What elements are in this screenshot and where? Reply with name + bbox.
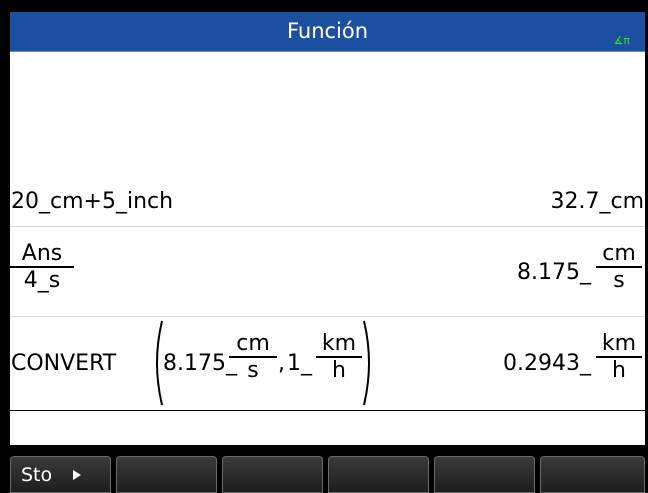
left-paren-icon: [156, 320, 163, 406]
fraction-denominator: s: [613, 268, 625, 293]
result-value: 0.2943_: [503, 351, 591, 376]
softkey-5[interactable]: [434, 456, 535, 493]
arg2-value: 1_: [287, 351, 312, 376]
argument-comma: ,: [278, 351, 285, 376]
title-bar: Función ∡π: [10, 12, 645, 52]
function-name: CONVERT: [11, 351, 117, 376]
arg1-fraction: cm s: [229, 331, 277, 383]
fraction-numerator: Ans: [21, 241, 63, 266]
result-fraction: cm s: [596, 241, 642, 293]
softkey-2[interactable]: [116, 456, 217, 493]
softkey-4[interactable]: [328, 456, 429, 493]
history-area[interactable]: 20_cm+5_inch 32.7_cm Ans 4_s 8.175_ cm s…: [10, 52, 645, 445]
fraction-denominator: h: [612, 358, 626, 383]
softkey-3[interactable]: [222, 456, 323, 493]
entry-result: 32.7_cm: [550, 189, 644, 214]
fraction-denominator: s: [247, 358, 259, 383]
softkey-6[interactable]: [540, 456, 645, 493]
calculator-screen: Función ∡π 20_cm+5_inch 32.7_cm Ans 4_s …: [0, 0, 648, 493]
result-fraction: km h: [596, 331, 642, 383]
app-title: Función: [286, 19, 369, 43]
history-entry[interactable]: CONVERT 8.175_ cm s , 1_ km h 0.2943_ km…: [10, 317, 645, 409]
history-entry[interactable]: Ans 4_s 8.175_ cm s: [10, 227, 645, 315]
fraction-numerator: cm: [236, 331, 270, 356]
arg2-fraction: km h: [316, 331, 362, 383]
entry-line-separator: [10, 410, 645, 411]
arg1-value: 8.175_: [163, 351, 237, 376]
sto-button[interactable]: Sto: [10, 456, 111, 493]
soft-menu-bar: Sto: [10, 453, 645, 493]
fraction-denominator: h: [332, 358, 346, 383]
sto-label: Sto: [21, 464, 53, 486]
expression-fraction: Ans 4_s: [10, 241, 74, 293]
entry-expression: 20_cm+5_inch: [11, 189, 174, 214]
fraction-numerator: km: [321, 331, 357, 356]
fraction-numerator: cm: [602, 241, 636, 266]
history-entry[interactable]: 20_cm+5_inch 32.7_cm: [10, 187, 645, 225]
right-paren-icon: [363, 320, 370, 406]
triangle-right-icon: [73, 470, 81, 480]
result-value: 8.175_: [517, 260, 591, 285]
angle-mode-icon: ∡π: [613, 34, 630, 47]
fraction-numerator: km: [601, 331, 637, 356]
fraction-denominator: 4_s: [23, 268, 61, 293]
